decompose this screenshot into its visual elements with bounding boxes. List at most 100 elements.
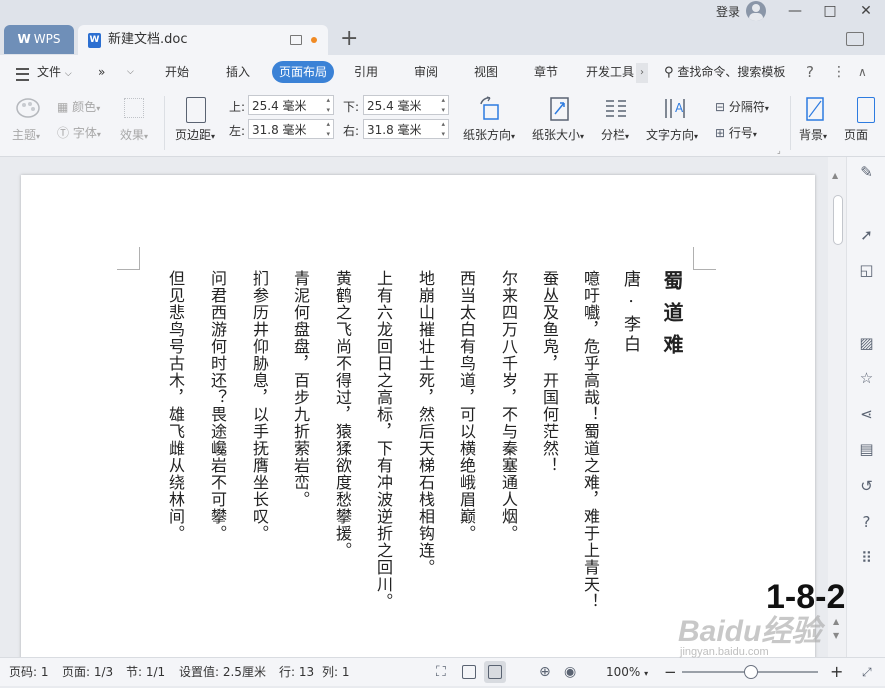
tab-review[interactable]: 审阅 (414, 55, 438, 90)
effects-button[interactable]: 效果▾ (120, 126, 148, 143)
share-icon[interactable]: ⋖ (858, 406, 875, 423)
hamburger-icon[interactable] (16, 68, 29, 81)
paper-size-label: 纸张大小 (532, 128, 581, 142)
tab-page-layout[interactable]: 页面布局 (272, 61, 335, 83)
chevron-right-icon[interactable]: › (636, 63, 648, 83)
menu-bar: 文件 ⌵ » ⌵ 开始 插入 页面布局 引用 审阅 视图 章节 开发工具 › ⚲… (0, 55, 885, 90)
scroll-thumb[interactable] (833, 195, 843, 245)
more-menu-button[interactable]: » (98, 55, 105, 90)
fullscreen-icon[interactable]: ⛶ (436, 658, 446, 686)
document-tab-title: 新建文档.doc (108, 32, 188, 47)
scroll-up-icon[interactable]: ▲ (832, 171, 838, 180)
minimize-button[interactable]: — (780, 0, 810, 22)
setting-value-status[interactable]: 设置值: 2.5厘米 (179, 658, 266, 686)
sidebar-toggle-icon[interactable] (846, 32, 864, 46)
section-status[interactable]: 节: 1/1 (126, 658, 165, 686)
page-view-button[interactable] (484, 661, 506, 683)
margins-button[interactable]: 页边距▾ (175, 126, 215, 143)
help-icon[interactable]: ? (858, 514, 875, 531)
tab-chapter[interactable]: 章节 (534, 55, 558, 90)
bottom-margin-label: 下: (343, 100, 360, 114)
background-button[interactable]: 背景▾ (799, 126, 827, 143)
document-area: 蜀道难 唐 · 李白 噫吁嚱，危乎高哉！蜀道之难，难于上青天！ 蚕丛及鱼凫，开国… (0, 157, 828, 657)
monitor-icon[interactable] (290, 35, 302, 45)
text-direction-label: 文字方向 (646, 128, 695, 142)
star-icon[interactable]: ☆ (858, 370, 875, 387)
columns-button[interactable]: 分栏▾ (601, 126, 629, 143)
poem-line: 地崩山摧壮士死，然后天梯石栈相钩连。 (416, 270, 435, 576)
page-number-status[interactable]: 页码: 1 (9, 658, 49, 686)
right-sidebar: ✎ ➚ ◱ ▨ ☆ ⋖ ▤ ↺ ? ⠿ (846, 157, 885, 657)
baidu-watermark-logo: Baidu经验 (678, 615, 822, 648)
image-icon[interactable]: ▨ (858, 335, 875, 352)
page-count-status[interactable]: 页面: 1/3 (62, 658, 113, 686)
history-icon[interactable]: ↺ (858, 478, 875, 495)
paper-size-button[interactable]: 纸张大小▾ (532, 126, 584, 143)
more-options-button[interactable]: ⋮ (832, 55, 846, 90)
wps-tab-label: WPS (33, 32, 61, 46)
title-bar: W WPS W 新建文档.doc + 登录 — □ ✕ (0, 0, 885, 55)
dialog-launcher-icon[interactable]: ⌟ (777, 146, 781, 155)
shapes-icon[interactable]: ◱ (858, 262, 875, 279)
command-search[interactable]: ⚲ 查找命令、搜索模板 (664, 55, 785, 90)
colors-button[interactable]: ▦ 颜色▾ (57, 98, 100, 115)
theme-button[interactable]: 主题▾ (12, 126, 40, 143)
zoom-slider-knob[interactable] (744, 665, 758, 679)
close-button[interactable]: ✕ (851, 0, 881, 22)
tab-home[interactable]: 开始 (165, 55, 189, 90)
orientation-button[interactable]: 纸张方向▾ (463, 126, 515, 143)
left-margin-input[interactable]: 31.8 毫米 (248, 119, 334, 139)
reading-mode-icon[interactable] (462, 665, 476, 679)
web-view-icon[interactable]: ⊕ (539, 658, 551, 686)
page-view-icon (488, 665, 502, 679)
poem-line: 扪参历井仰胁息，以手抚膺坐长叹。 (250, 270, 269, 542)
text-direction-icon: A (662, 96, 688, 122)
scroll-page-down-icon[interactable]: ▼ (833, 631, 839, 640)
poem-title: 蜀道难 (660, 270, 684, 366)
line-numbers-button[interactable]: ⊞ 行号▾ (715, 124, 757, 141)
maximize-button[interactable]: □ (815, 0, 845, 22)
text-direction-button[interactable]: 文字方向▾ (646, 126, 698, 143)
zoom-out-button[interactable]: − (664, 658, 677, 686)
chevron-down-icon: ▾ (644, 669, 649, 678)
row-status[interactable]: 行: 13 (279, 658, 314, 686)
break-button[interactable]: ⊟ 分隔符▾ (715, 98, 769, 115)
bottom-margin-input[interactable]: 25.4 毫米 (363, 95, 449, 115)
pen-icon[interactable]: ✎ (858, 164, 875, 181)
cursor-icon[interactable]: ➚ (858, 227, 875, 244)
margins-icon (186, 97, 206, 123)
page-border-button[interactable]: 页面 (844, 126, 868, 143)
tab-view[interactable]: 视图 (474, 55, 498, 90)
poem-line: 上有六龙回日之高标，下有冲波逆折之回川。 (374, 270, 393, 610)
document-tab[interactable]: W 新建文档.doc (78, 25, 328, 55)
tab-insert[interactable]: 插入 (226, 55, 250, 90)
fonts-button[interactable]: Ⓣ 字体▾ (57, 124, 101, 141)
avatar[interactable] (746, 1, 766, 21)
column-status[interactable]: 列: 1 (322, 658, 350, 686)
wps-home-tab[interactable]: W WPS (4, 25, 74, 54)
poem-line: 青泥何盘盘，百步九折萦岩峦。 (291, 270, 310, 508)
login-link[interactable]: 登录 (716, 3, 740, 21)
zoom-dropdown[interactable]: 100% ▾ (606, 658, 648, 688)
margin-corner-mark (117, 247, 140, 270)
apps-grid-icon[interactable]: ⠿ (858, 550, 875, 567)
theme-palette-icon (16, 97, 40, 119)
archive-icon[interactable]: ▤ (858, 441, 875, 458)
new-tab-button[interactable]: + (340, 27, 358, 51)
tab-developer[interactable]: 开发工具 (586, 55, 634, 90)
tab-references[interactable]: 引用 (354, 55, 378, 90)
document-page[interactable]: 蜀道难 唐 · 李白 噫吁嚱，危乎高哉！蜀道之难，难于上青天！ 蚕丛及鱼凫，开国… (21, 175, 815, 657)
zoom-in-button[interactable]: + (830, 658, 843, 686)
file-menu[interactable]: 文件 ⌵ (37, 55, 72, 92)
collapse-ribbon-button[interactable]: ∧ (858, 55, 867, 90)
help-button[interactable]: ? (806, 55, 814, 90)
eye-protection-icon[interactable]: ◉ (564, 658, 576, 686)
poem-line: 尔来四万八千岁，不与秦塞通人烟。 (499, 270, 518, 542)
search-icon: ⚲ (664, 65, 674, 80)
scroll-page-up-icon[interactable]: ▲ (833, 617, 839, 626)
top-margin-input[interactable]: 25.4 毫米 (248, 95, 334, 115)
chevron-down-icon: ⌵ (64, 69, 72, 79)
quick-access-dropdown-icon[interactable]: ⌵ (127, 55, 134, 90)
expand-icon[interactable]: ⤢ (862, 658, 872, 686)
right-margin-input[interactable]: 31.8 毫米 (363, 119, 449, 139)
